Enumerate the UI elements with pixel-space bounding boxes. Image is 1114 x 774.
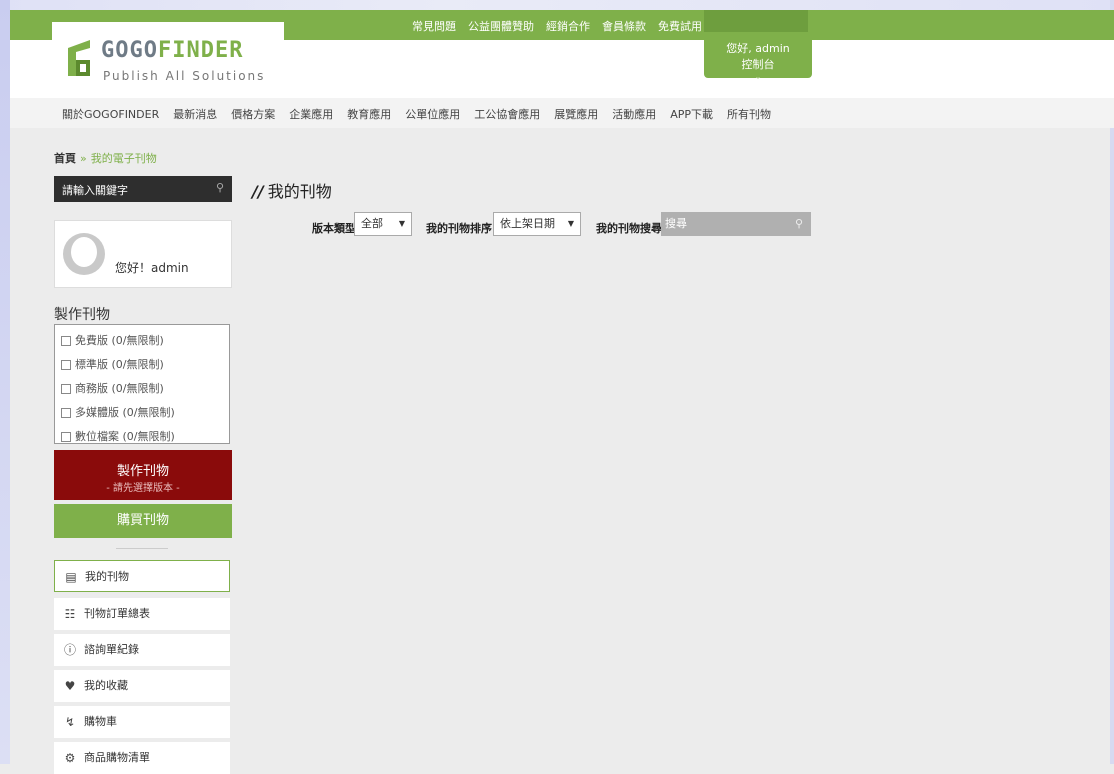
publication-search-input[interactable]: 搜尋 ⚲	[661, 212, 811, 236]
checkbox-icon[interactable]	[61, 336, 71, 346]
heart-icon: ♥	[64, 679, 76, 693]
top-link-terms[interactable]: 會員條款	[602, 20, 646, 33]
page-title-text: 我的刊物	[267, 182, 332, 201]
top-link-sponsor[interactable]: 公益團體贊助	[468, 20, 534, 33]
sidebar-item-label: 我的刊物	[85, 570, 129, 583]
sidebar-item-consult[interactable]: ⓘ 諮詢單紀錄	[54, 634, 230, 666]
search-filter-label: 我的刊物搜尋	[596, 222, 662, 235]
nav-item-public[interactable]: 公單位應用	[405, 108, 460, 121]
avatar	[63, 233, 105, 275]
edition-option-multimedia[interactable]: 多媒體版 (0/無限制)	[55, 401, 229, 425]
sidebar-item-label: 商品購物清單	[84, 751, 150, 764]
breadcrumb-home[interactable]: 首頁	[54, 152, 76, 165]
publication-search-placeholder: 搜尋	[665, 217, 687, 230]
search-icon[interactable]: ⚲	[795, 212, 803, 236]
edition-option-standard[interactable]: 標準版 (0/無限制)	[55, 353, 229, 377]
edition-option-business[interactable]: 商務版 (0/無限制)	[55, 377, 229, 401]
sort-filter-select[interactable]: 依上架日期 ▼	[493, 212, 581, 236]
sort-filter-value: 依上架日期	[500, 217, 555, 230]
edition-label: 標準版 (0/無限制)	[75, 358, 164, 371]
cart-icon: ↯	[64, 715, 76, 729]
edition-label: 商務版 (0/無限制)	[75, 382, 164, 395]
sidebar-item-label: 刊物訂單總表	[84, 607, 150, 620]
nav-item-enterprise[interactable]: 企業應用	[289, 108, 333, 121]
profile-greeting: 您好！admin	[115, 261, 189, 275]
sidebar-item-label: 諮詢單紀錄	[84, 643, 139, 656]
logo-tagline: Publish All Solutions	[103, 69, 266, 83]
edition-option-free[interactable]: 免費版 (0/無限制)	[55, 329, 229, 353]
checkbox-icon[interactable]	[61, 384, 71, 394]
top-link-faq[interactable]: 常見問題	[412, 20, 456, 33]
sidebar-item-label: 購物車	[84, 715, 117, 728]
top-link-dealer[interactable]: 經銷合作	[546, 20, 590, 33]
checkbox-icon[interactable]	[61, 408, 71, 418]
breadcrumb-current: 我的電子刊物	[90, 152, 157, 165]
sidebar-item-label: 我的收藏	[84, 679, 128, 692]
type-filter-value: 全部	[361, 217, 383, 230]
sidebar-search-placeholder: 請輸入關鍵字	[62, 184, 128, 197]
sidebar-divider	[116, 548, 168, 549]
edition-label: 免費版 (0/無限制)	[75, 334, 164, 347]
profile-card: 您好！admin	[54, 220, 232, 288]
buy-publication-button[interactable]: 購買刊物	[54, 504, 232, 538]
chevron-down-icon: ▼	[398, 219, 405, 228]
page-title: //我的刊物	[252, 178, 332, 202]
sidebar-item-shopping-list[interactable]: ⚙ 商品購物清單	[54, 742, 230, 774]
title-bars-icon: //	[252, 182, 264, 201]
make-button-hint: - 請先選擇版本 -	[106, 483, 180, 494]
nav-item-about[interactable]: 關於GOGOFINDER	[62, 108, 159, 121]
sidebar-item-orders[interactable]: ☷ 刊物訂單總表	[54, 598, 230, 630]
logo-mark-icon	[68, 40, 90, 76]
nav-item-app[interactable]: APP下載	[670, 108, 713, 121]
nav-item-exhibition[interactable]: 展覽應用	[554, 108, 598, 121]
make-publication-title: 製作刊物	[54, 307, 110, 323]
checkbox-icon[interactable]	[61, 432, 71, 442]
top-link-free-trial[interactable]: 免費試用	[658, 20, 702, 33]
nav-item-pricing[interactable]: 價格方案	[231, 108, 275, 121]
admin-console-link[interactable]: 控制台	[704, 56, 812, 72]
admin-menu[interactable]: 您好, admin 控制台 ⌄	[704, 32, 812, 81]
top-decor-strip	[0, 0, 1114, 10]
sidebar-item-favorites[interactable]: ♥ 我的收藏	[54, 670, 230, 702]
logo-prefix: GOGO	[101, 38, 158, 63]
edition-option-digital-file[interactable]: 數位檔案 (0/無限制)	[55, 425, 229, 449]
nav-item-education[interactable]: 教育應用	[347, 108, 391, 121]
type-filter-label: 版本類型	[312, 222, 356, 235]
top-links: 常見問題 公益團體贊助 經銷合作 會員條款 免費試用	[412, 18, 714, 34]
order-list-icon: ☷	[64, 607, 76, 621]
sort-filter-label: 我的刊物排序	[426, 222, 492, 235]
sidebar-search-input[interactable]: 請輸入關鍵字 ⚲	[54, 176, 232, 202]
edition-type-list: 免費版 (0/無限制) 標準版 (0/無限制) 商務版 (0/無限制) 多媒體版…	[54, 324, 230, 444]
make-button-label: 製作刊物	[116, 464, 169, 479]
nav-item-all[interactable]: 所有刊物	[727, 108, 771, 121]
edition-label: 數位檔案 (0/無限制)	[75, 430, 175, 443]
breadcrumb: 首頁 » 我的電子刊物	[54, 150, 157, 166]
sidebar-item-my-publications[interactable]: ▤ 我的刊物	[54, 560, 230, 592]
sidebar-item-cart[interactable]: ↯ 購物車	[54, 706, 230, 738]
edition-label: 多媒體版 (0/無限制)	[75, 406, 175, 419]
chevron-down-icon: ⌄	[754, 72, 762, 81]
chevron-down-icon: ▼	[567, 219, 574, 228]
books-icon: ▤	[65, 570, 77, 584]
left-decor-edge	[0, 0, 10, 764]
admin-tab	[704, 10, 808, 32]
logo-suffix: FINDER	[157, 38, 244, 63]
nav-item-news[interactable]: 最新消息	[173, 108, 217, 121]
search-icon[interactable]: ⚲	[216, 181, 224, 194]
consult-icon: ⓘ	[63, 643, 76, 657]
logo-text: GOGOFINDER	[101, 38, 243, 63]
nav-item-events[interactable]: 活動應用	[612, 108, 656, 121]
admin-greeting: 您好, admin	[726, 42, 790, 55]
make-publication-button[interactable]: 製作刊物 - 請先選擇版本 -	[54, 450, 232, 500]
nav-items: 關於GOGOFINDER 最新消息 價格方案 企業應用 教育應用 公單位應用 工公協會應用 展…	[62, 106, 785, 122]
checkbox-icon[interactable]	[61, 360, 71, 370]
nav-item-association[interactable]: 工公協會應用	[474, 108, 540, 121]
breadcrumb-separator: »	[80, 152, 87, 165]
type-filter-select[interactable]: 全部 ▼	[354, 212, 412, 236]
